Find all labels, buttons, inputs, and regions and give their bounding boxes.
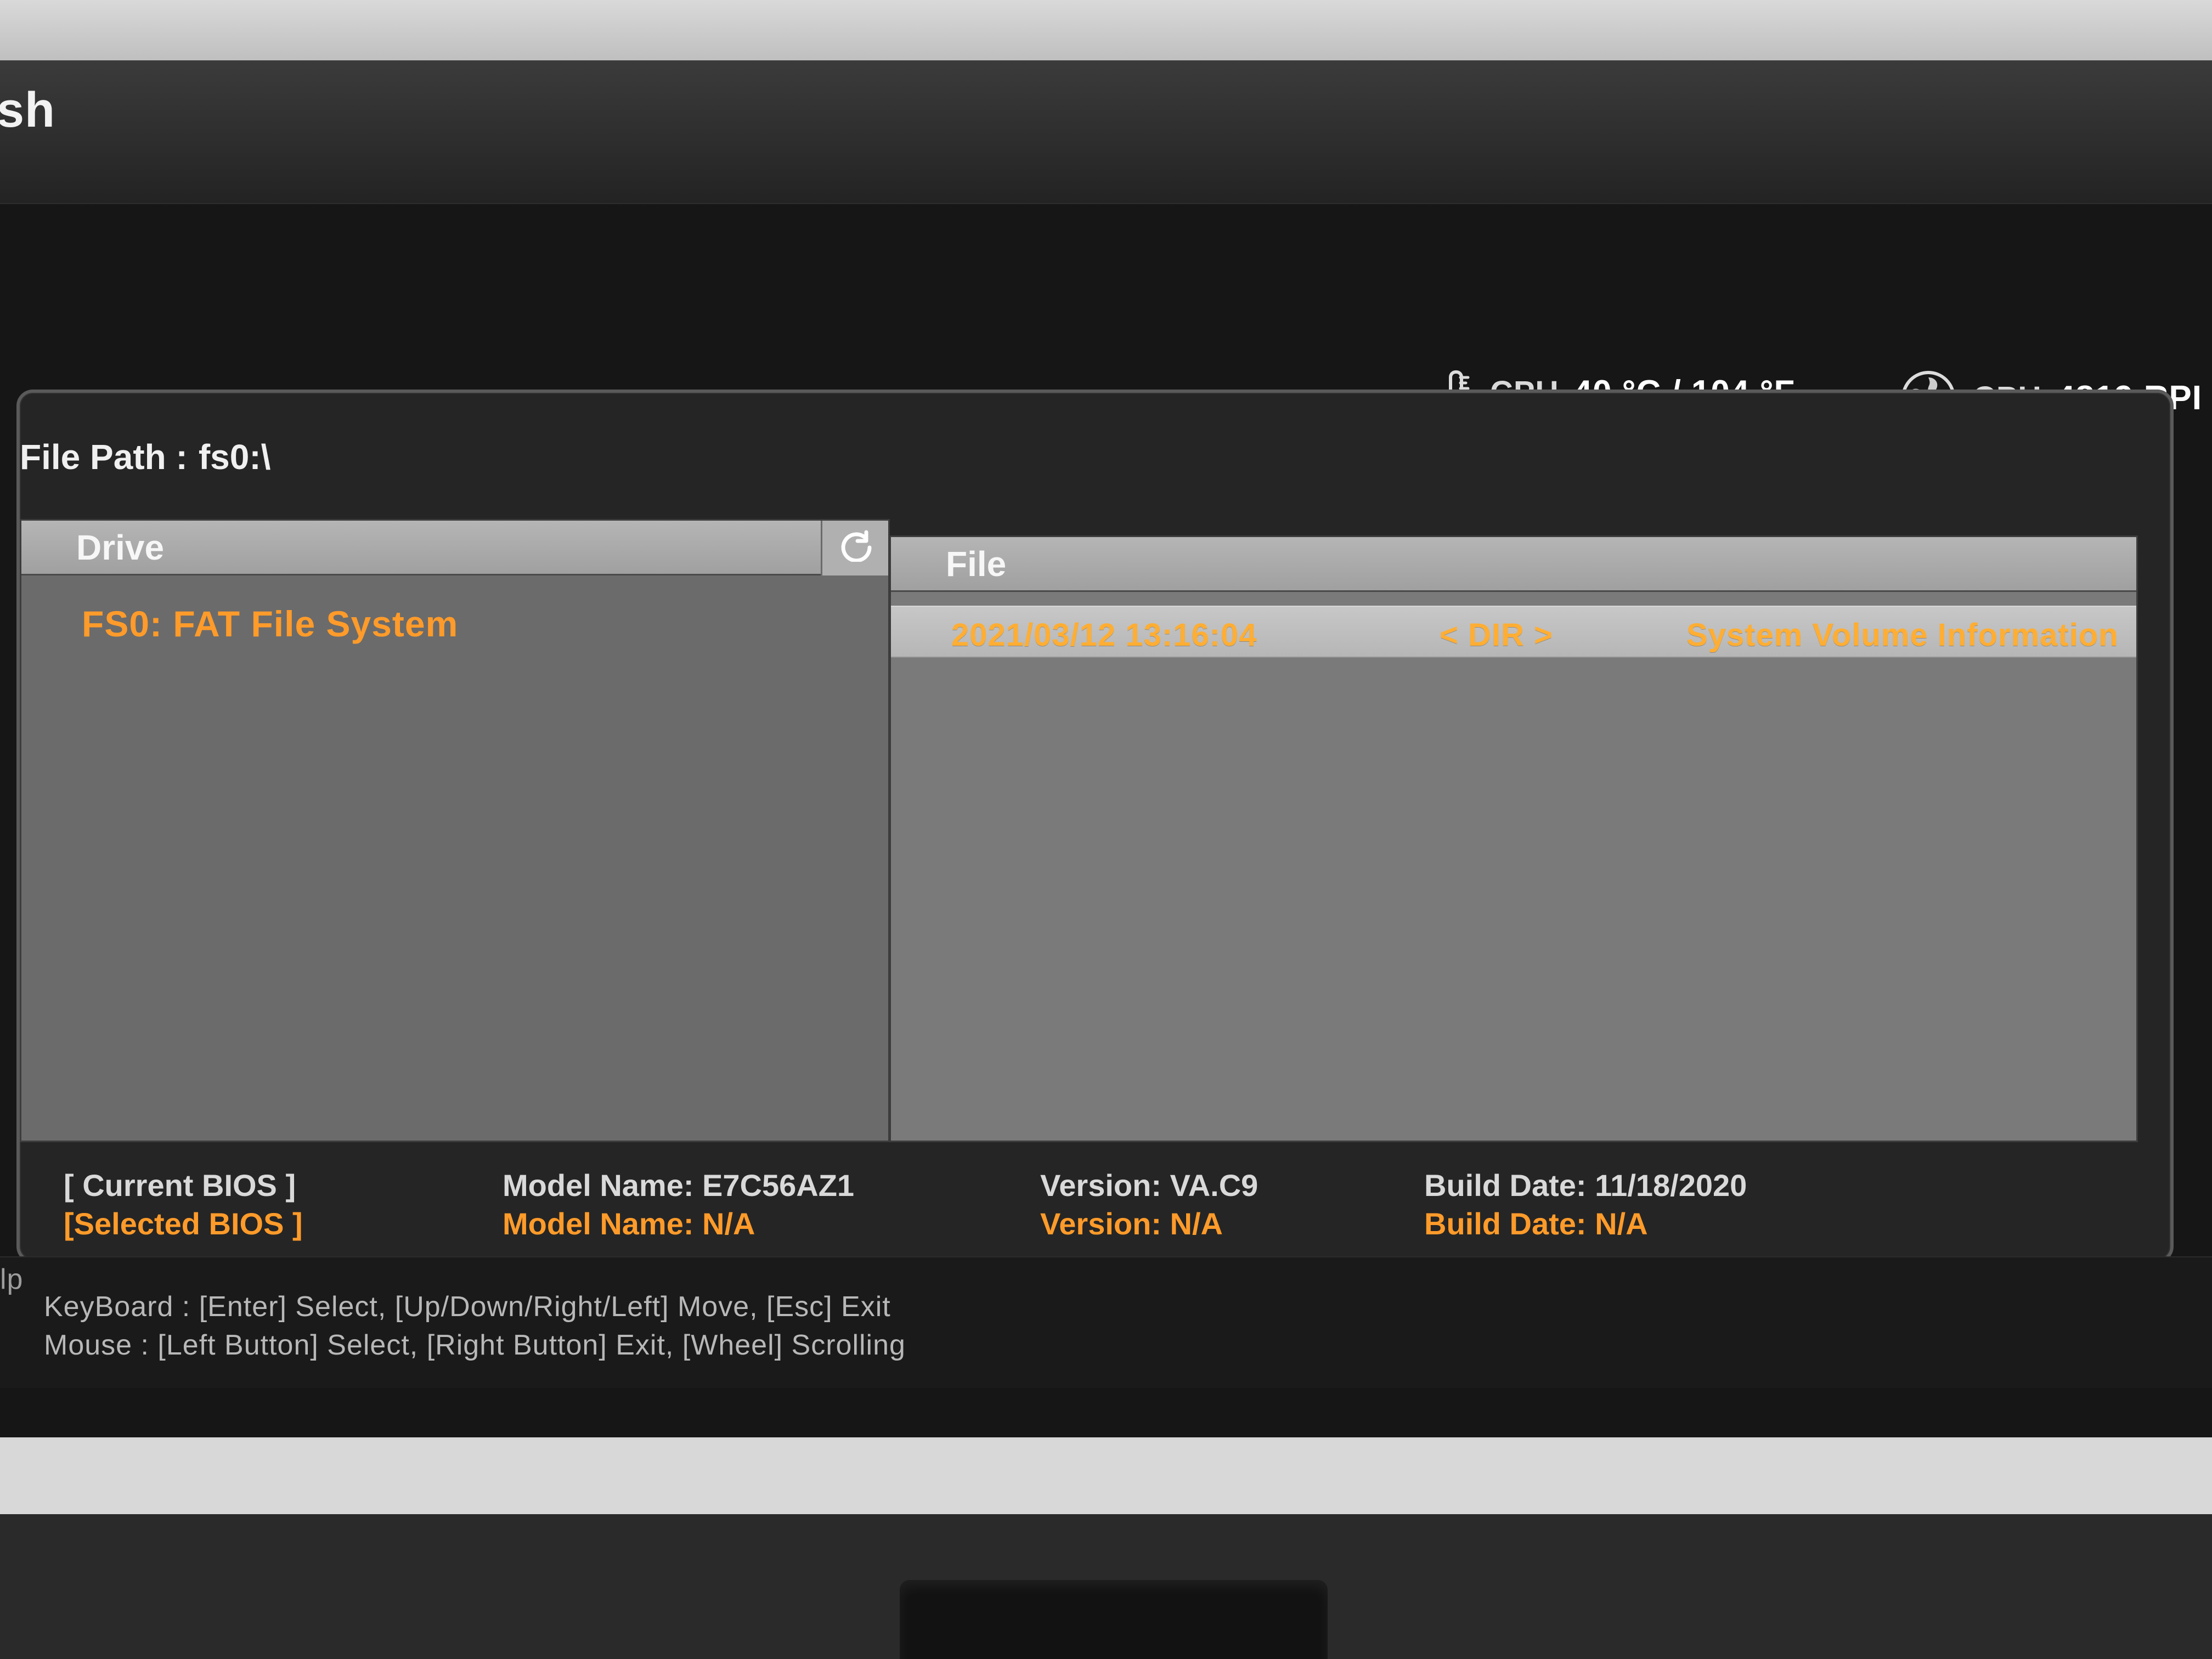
file-path: File Path : fs0:\ <box>20 437 270 477</box>
selected-build-date: Build Date: N/A <box>1424 1206 1648 1241</box>
title-bar: sh <box>0 60 2212 204</box>
drive-header-label: Drive <box>76 527 165 567</box>
help-label: lp <box>0 1263 24 1295</box>
drive-item-fs0[interactable]: FS0: FAT File System <box>82 603 458 645</box>
current-build-date: Build Date: 11/18/2020 <box>1424 1168 1747 1203</box>
drive-pane: Drive FS0: FAT File System <box>20 519 890 1142</box>
help-keyboard: KeyBoard : [Enter] Select, [Up/Down/Righ… <box>44 1291 891 1323</box>
browser-panes: Drive FS0: FAT File System File 2021/03/… <box>20 519 2138 1142</box>
file-row[interactable]: 2021/03/12 13:16:04 < DIR > System Volum… <box>891 606 2136 658</box>
selected-model-name: Model Name: N/A <box>503 1206 755 1241</box>
bios-models: Model Name: E7C56AZ1 Model Name: N/A <box>503 1166 996 1243</box>
file-pane: File 2021/03/12 13:16:04 < DIR > System … <box>889 535 2138 1142</box>
file-path-value: fs0:\ <box>198 437 271 477</box>
bios-screen: sh CPU 40 °C / 104 °F <box>0 60 2212 1437</box>
file-path-label: File Path : <box>20 437 188 477</box>
refresh-button[interactable] <box>821 521 888 575</box>
flash-panel: File Path : fs0:\ Drive FS0: FAT File Sy… <box>16 390 2174 1263</box>
drive-header: Drive <box>21 521 888 575</box>
selected-bios-label: [Selected BIOS ] <box>64 1206 303 1241</box>
file-header: File <box>891 537 2136 592</box>
monitor-stand <box>900 1580 1328 1659</box>
app-title: sh <box>0 83 56 138</box>
bios-info: [ Current BIOS ] [Selected BIOS ] Model … <box>64 1166 2094 1254</box>
bios-build-dates: Build Date: 11/18/2020 Build Date: N/A <box>1424 1166 1918 1243</box>
current-bios-label: [ Current BIOS ] <box>64 1168 296 1203</box>
file-header-label: File <box>946 544 1007 584</box>
bios-labels: [ Current BIOS ] [Selected BIOS ] <box>64 1166 557 1243</box>
refresh-icon <box>838 527 873 570</box>
file-type: < DIR > <box>1440 617 1553 653</box>
file-name: System Volume Information <box>1686 617 2119 653</box>
file-date: 2021/03/12 13:16:04 <box>951 617 1257 653</box>
help-area: lp KeyBoard : [Enter] Select, [Up/Down/R… <box>0 1256 2212 1388</box>
current-model-name: Model Name: E7C56AZ1 <box>503 1168 855 1203</box>
photo-background-top <box>0 0 2212 66</box>
help-mouse: Mouse : [Left Button] Select, [Right But… <box>44 1329 906 1361</box>
